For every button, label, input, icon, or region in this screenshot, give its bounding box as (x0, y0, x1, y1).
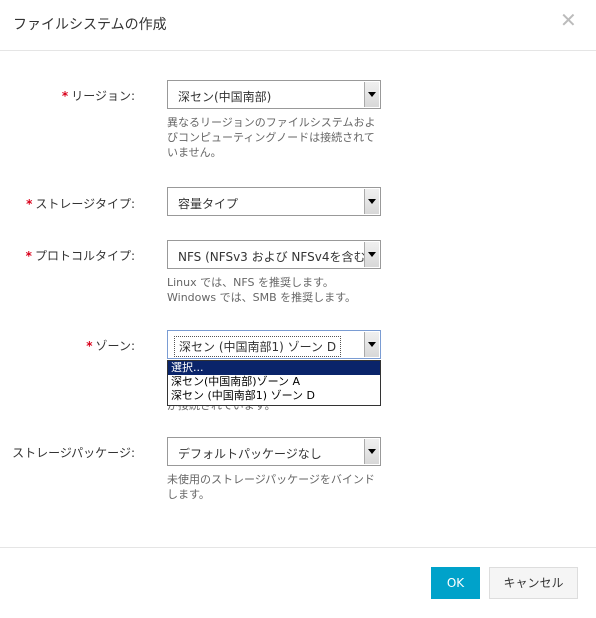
required-mark: * (25, 249, 32, 263)
storage-package-select[interactable]: デフォルトパッケージなし (167, 437, 381, 466)
chevron-down-icon (364, 82, 379, 107)
protocol-type-select[interactable]: NFS (NFSv3 および NFSv4を含む) (167, 240, 381, 269)
zone-label-text: ゾーン: (95, 339, 135, 353)
zone-select[interactable]: 深セン (中国南部1) ゾーン D (167, 330, 381, 359)
region-help-text: 異なるリージョンのファイルシステムおよびコンピューティングノードは接続されていま… (167, 116, 376, 159)
region-select[interactable]: 深セン(中国南部) (167, 80, 381, 109)
required-mark: * (86, 339, 93, 353)
storage-package-label: ストレージパッケージ: (12, 446, 135, 460)
region-label: * リージョン: (0, 87, 135, 104)
storage-type-label-text: ストレージタイプ: (35, 197, 135, 211)
chevron-down-icon (364, 242, 379, 267)
chevron-down-icon (364, 332, 379, 357)
zone-option-d[interactable]: 深セン (中国南部1) ゾーン D (168, 389, 380, 403)
storage-type-label: * ストレージタイプ: (0, 195, 135, 212)
zone-label: * ゾーン: (0, 337, 135, 354)
storage-type-select[interactable]: 容量タイプ (167, 187, 381, 216)
region-select-value: 深セン(中国南部) (178, 90, 272, 104)
protocol-type-label: * プロトコルタイプ: (0, 247, 135, 264)
storage-package-help-text: 未使用のストレージパッケージをバインドします。 (167, 473, 375, 501)
chevron-down-icon (364, 189, 379, 214)
protocol-type-select-value: NFS (NFSv3 および NFSv4を含む) (178, 250, 371, 264)
zone-option-select[interactable]: 選択... (168, 361, 380, 375)
cancel-button[interactable]: キャンセル (489, 567, 578, 599)
dialog-header: ファイルシステムの作成 ✕ (0, 0, 596, 51)
dialog-title: ファイルシステムの作成 (13, 17, 167, 33)
ok-button[interactable]: OK (431, 567, 480, 599)
protocol-help-text: Linux では、NFS を推奨します。Windows では、SMB を推奨しま… (167, 276, 357, 304)
zone-select-value: 深セン (中国南部1) ゾーン D (174, 336, 342, 357)
region-label-text: リージョン: (71, 89, 135, 103)
close-icon[interactable]: ✕ (560, 10, 577, 30)
required-mark: * (61, 89, 69, 103)
storage-type-select-value: 容量タイプ (178, 197, 239, 211)
required-mark: * (26, 197, 33, 211)
chevron-down-icon (364, 439, 379, 464)
create-file-system-dialog: ファイルシステムの作成 ✕ * リージョン: 深セン(中国南部) 異なるリージョン… (0, 0, 596, 617)
zone-option-a[interactable]: 深セン(中国南部)ゾーン A (168, 375, 380, 389)
zone-dropdown-list: 選択... 深セン(中国南部)ゾーン A 深セン (中国南部1) ゾーン D (167, 360, 381, 406)
protocol-type-label-text: プロトコルタイプ: (34, 249, 135, 263)
storage-package-select-value: デフォルトパッケージなし (178, 447, 322, 461)
